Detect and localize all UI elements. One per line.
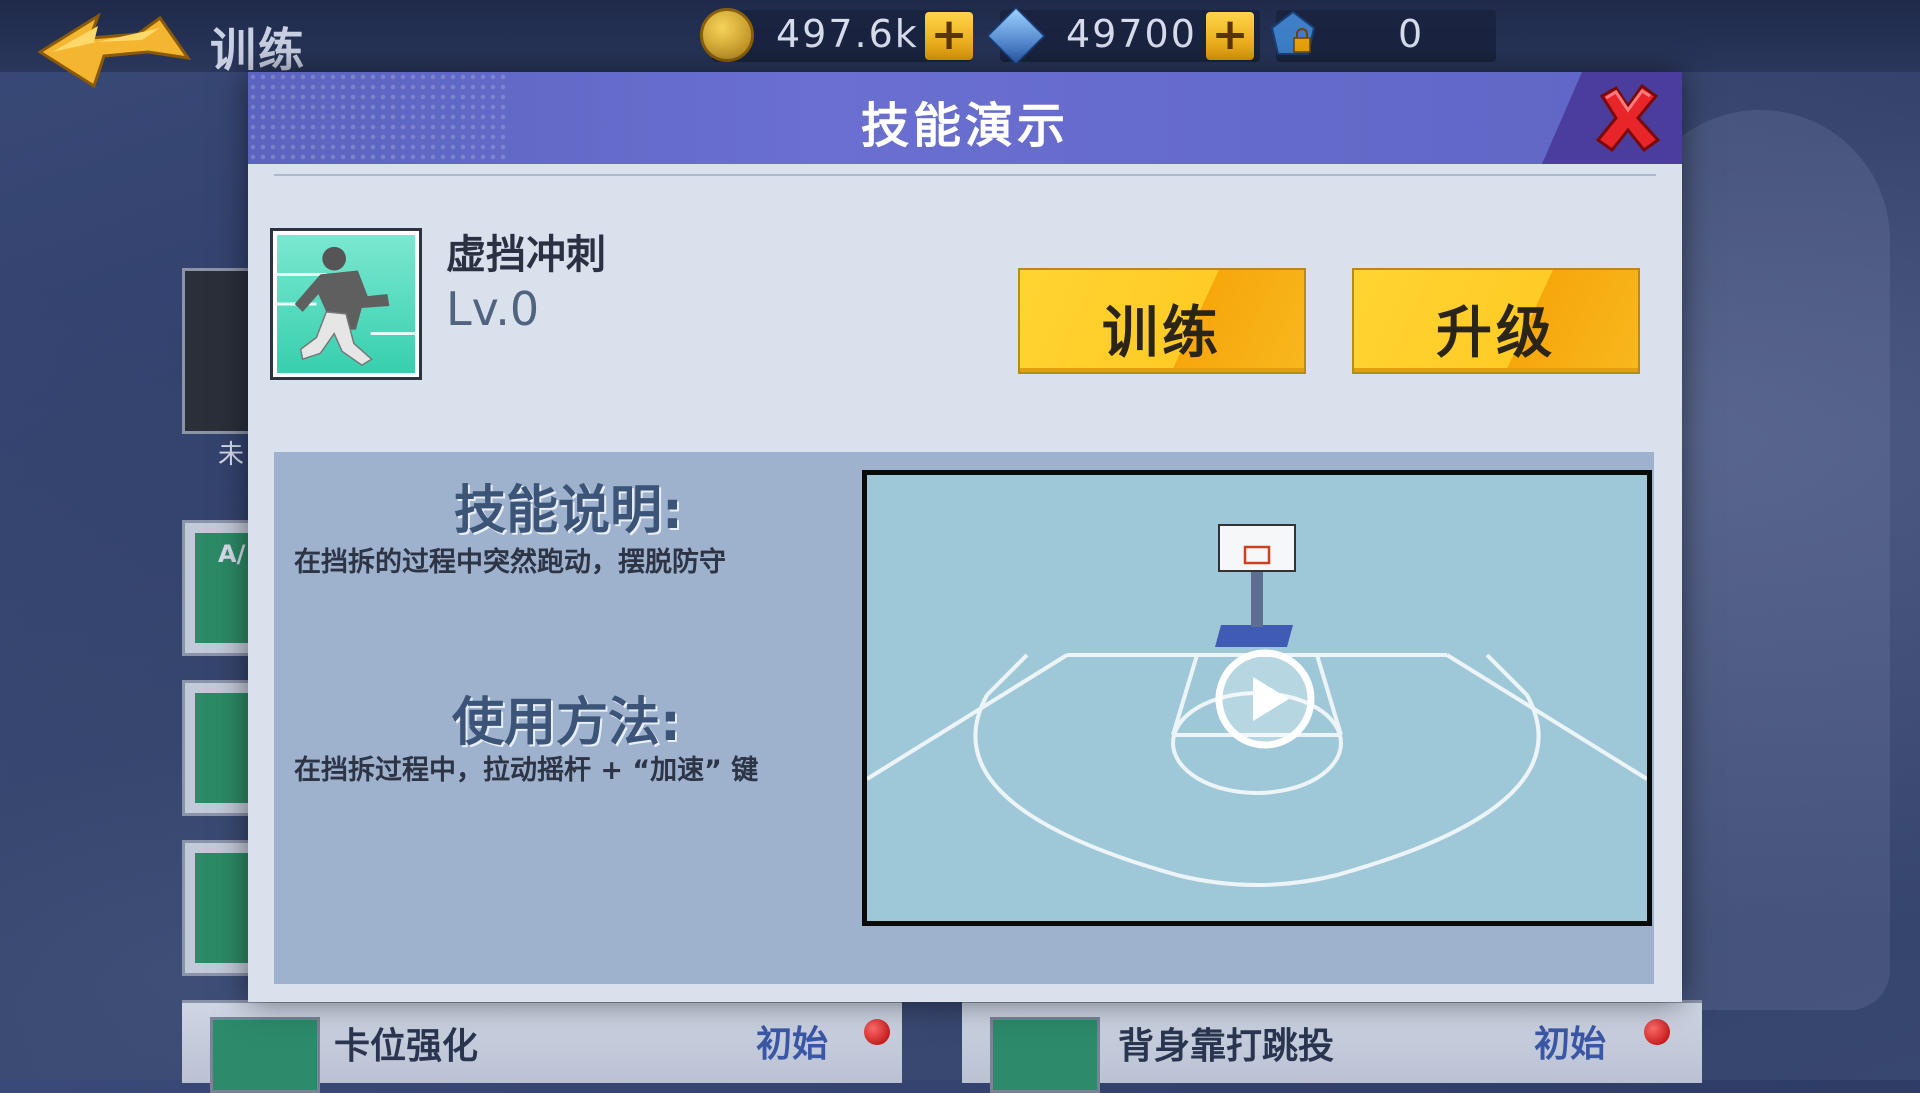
skill-name: 虚挡冲刺 xyxy=(446,232,606,278)
skill-info-panel: 技能说明: 在挡拆的过程中突然跑动，摆脱防守 使用方法: 在挡拆过程中，拉动摇杆… xyxy=(274,452,1654,984)
play-icon[interactable] xyxy=(1213,647,1317,751)
train-button[interactable]: 训练 xyxy=(1018,268,1306,374)
dialog-header: 技能演示 xyxy=(248,72,1682,164)
background-card-label: 未 xyxy=(218,440,245,470)
red-dot-icon xyxy=(864,1019,890,1045)
coin-value: 497.6k xyxy=(776,12,919,56)
back-arrow-icon[interactable] xyxy=(38,12,198,92)
page-title: 训练 xyxy=(210,23,306,77)
upgrade-button[interactable]: 升级 xyxy=(1352,268,1640,374)
skill-card[interactable]: 背身靠打跳投 初始 xyxy=(962,1000,1702,1093)
skill-demo-dialog: 技能演示 虚挡冲刺 Lv.0 训练 升级 技能说明: 在挡拆的过程中突然跑动，摆… xyxy=(248,72,1682,1002)
locked-gem-value: 0 xyxy=(1398,12,1425,56)
description-heading: 技能说明: xyxy=(454,481,683,541)
background-card xyxy=(182,680,259,816)
train-button-label: 训练 xyxy=(1102,301,1222,366)
skill-demo-video[interactable] xyxy=(862,470,1652,926)
skill-level: Lv.0 xyxy=(446,282,540,336)
gem-value: 49700 xyxy=(1066,12,1197,56)
running-player-icon xyxy=(277,246,415,366)
add-gems-button[interactable]: + xyxy=(1206,12,1254,60)
skill-card-state: 初始 xyxy=(1534,1024,1607,1065)
dialog-title: 技能演示 xyxy=(860,98,1069,154)
coin-icon xyxy=(700,8,754,62)
add-coins-button[interactable]: + xyxy=(925,12,973,60)
top-bar: 训练 497.6k + 49700 + 0 xyxy=(0,0,1920,89)
skill-card-name: 背身靠打跳投 xyxy=(1118,1026,1335,1067)
locked-gem-icon xyxy=(1270,10,1316,55)
red-dot-icon xyxy=(1644,1019,1670,1045)
close-icon[interactable] xyxy=(1592,82,1664,154)
usage-heading: 使用方法: xyxy=(452,693,681,753)
upgrade-button-label: 升级 xyxy=(1436,301,1556,366)
skill-icon xyxy=(270,228,422,380)
skill-card[interactable]: 卡位强化 初始 xyxy=(182,1000,902,1093)
description-text: 在挡拆的过程中突然跑动，摆脱防守 xyxy=(294,547,726,578)
divider xyxy=(274,174,1656,176)
background-card xyxy=(182,268,258,434)
skill-thumbnail xyxy=(210,1017,320,1093)
usage-text: 在挡拆过程中，拉动摇杆 + “加速” 键 xyxy=(294,755,759,786)
skill-card-name: 卡位强化 xyxy=(334,1026,479,1067)
background-card xyxy=(182,840,259,976)
skill-card-state: 初始 xyxy=(756,1024,829,1065)
background-card-text: A/ xyxy=(218,540,246,568)
skill-thumbnail xyxy=(990,1017,1100,1093)
